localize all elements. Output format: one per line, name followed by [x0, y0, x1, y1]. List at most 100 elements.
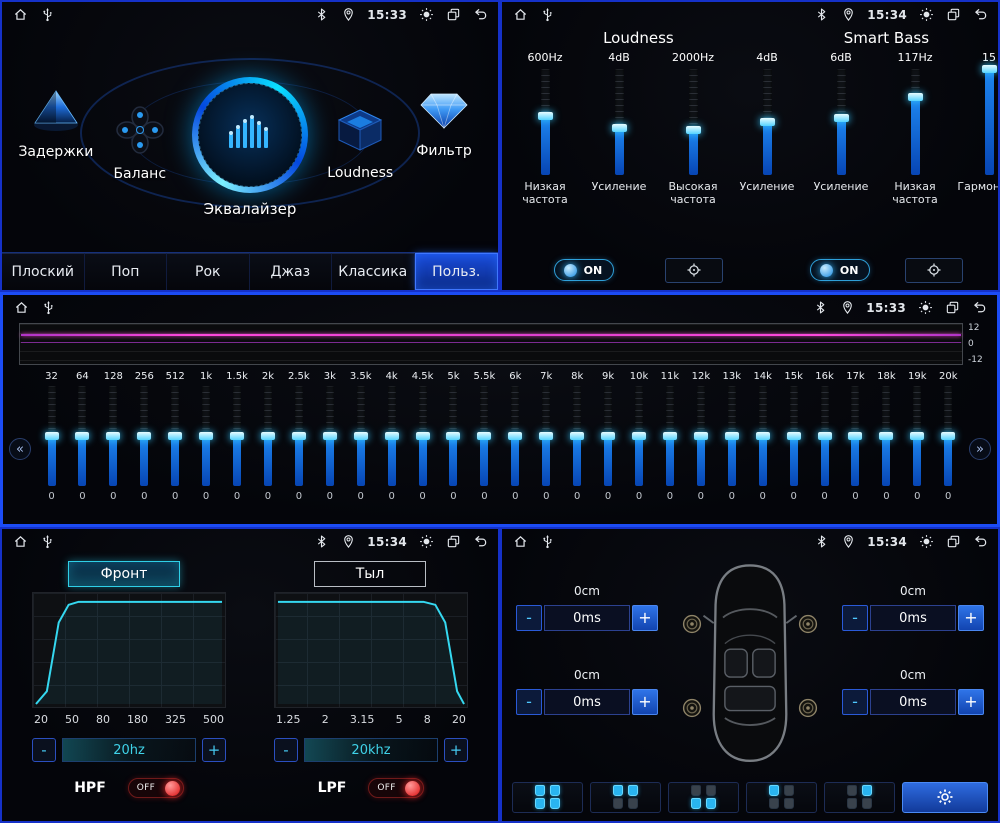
slider-handle[interactable]	[756, 432, 770, 440]
eq-band-slider[interactable]	[480, 386, 488, 486]
eq-band-slider[interactable]	[759, 386, 767, 486]
eq-prev-button[interactable]: «	[9, 438, 31, 460]
loudness-reset-button[interactable]	[665, 258, 723, 283]
delay-plus-button[interactable]: +	[632, 689, 658, 715]
eq-band-slider[interactable]	[419, 386, 427, 486]
slider-handle[interactable]	[137, 432, 151, 440]
slider-handle[interactable]	[612, 124, 627, 132]
lpf-toggle[interactable]: OFF	[368, 778, 424, 798]
slider-handle[interactable]	[818, 432, 832, 440]
home-icon[interactable]	[13, 300, 29, 316]
eq-band-slider[interactable]	[140, 386, 148, 486]
eq-band-slider[interactable]	[913, 386, 921, 486]
recents-icon[interactable]	[945, 534, 961, 550]
smart-bass-on-toggle[interactable]: ON	[810, 259, 870, 281]
menu-item-filter[interactable]: Фильтр	[402, 88, 486, 159]
tab-rear[interactable]: Тыл	[314, 561, 426, 587]
delay-minus-button[interactable]: -	[842, 689, 868, 715]
seat-config-button[interactable]	[590, 782, 661, 813]
delay-minus-button[interactable]: -	[842, 605, 868, 631]
slider-handle[interactable]	[446, 432, 460, 440]
vertical-slider[interactable]	[763, 69, 772, 175]
eq-band-slider[interactable]	[326, 386, 334, 486]
eq-band-slider[interactable]	[388, 386, 396, 486]
slider-handle[interactable]	[168, 432, 182, 440]
seat-config-button[interactable]	[668, 782, 739, 813]
loudness-on-toggle[interactable]: ON	[554, 259, 614, 281]
slider-handle[interactable]	[508, 432, 522, 440]
vertical-slider[interactable]	[837, 69, 846, 175]
hpf-minus-button[interactable]: -	[32, 738, 56, 762]
slider-handle[interactable]	[385, 432, 399, 440]
slider-handle[interactable]	[910, 432, 924, 440]
hpf-frequency-slider[interactable]: 20hz	[62, 738, 196, 762]
eq-band-slider[interactable]	[511, 386, 519, 486]
lpf-frequency-slider[interactable]: 20khz	[304, 738, 438, 762]
slider-handle[interactable]	[230, 432, 244, 440]
eq-band-slider[interactable]	[882, 386, 890, 486]
eq-band-slider[interactable]	[449, 386, 457, 486]
eq-band-slider[interactable]	[78, 386, 86, 486]
eq-band-slider[interactable]	[573, 386, 581, 486]
delay-plus-button[interactable]: +	[958, 689, 984, 715]
slider-handle[interactable]	[601, 432, 615, 440]
recents-icon[interactable]	[945, 7, 961, 23]
delay-settings-button[interactable]	[902, 782, 988, 813]
eq-band-slider[interactable]	[821, 386, 829, 486]
brightness-icon[interactable]	[418, 534, 434, 550]
seat-config-button[interactable]	[746, 782, 817, 813]
eq-band-slider[interactable]	[233, 386, 241, 486]
slider-handle[interactable]	[538, 112, 553, 120]
vertical-slider[interactable]	[689, 69, 698, 175]
preset-tab[interactable]: Плоский	[2, 253, 85, 290]
hpf-plus-button[interactable]: +	[202, 738, 226, 762]
slider-handle[interactable]	[848, 432, 862, 440]
recents-icon[interactable]	[445, 7, 461, 23]
eq-band-slider[interactable]	[202, 386, 210, 486]
brightness-icon[interactable]	[917, 300, 933, 316]
seat-config-button[interactable]	[512, 782, 583, 813]
slider-handle[interactable]	[632, 432, 646, 440]
slider-handle[interactable]	[323, 432, 337, 440]
preset-tab[interactable]: Классика	[332, 253, 415, 290]
eq-band-slider[interactable]	[357, 386, 365, 486]
eq-band-slider[interactable]	[790, 386, 798, 486]
slider-handle[interactable]	[477, 432, 491, 440]
lpf-minus-button[interactable]: -	[274, 738, 298, 762]
eq-band-slider[interactable]	[295, 386, 303, 486]
hpf-toggle[interactable]: OFF	[128, 778, 184, 798]
eq-next-button[interactable]: »	[969, 438, 991, 460]
slider-handle[interactable]	[292, 432, 306, 440]
slider-handle[interactable]	[261, 432, 275, 440]
recents-icon[interactable]	[944, 300, 960, 316]
delay-minus-button[interactable]: -	[516, 605, 542, 631]
slider-handle[interactable]	[45, 432, 59, 440]
slider-handle[interactable]	[663, 432, 677, 440]
back-icon[interactable]	[972, 7, 988, 23]
slider-handle[interactable]	[354, 432, 368, 440]
back-icon[interactable]	[971, 300, 987, 316]
slider-handle[interactable]	[199, 432, 213, 440]
home-icon[interactable]	[12, 534, 28, 550]
lpf-plus-button[interactable]: +	[444, 738, 468, 762]
vertical-slider[interactable]	[985, 69, 994, 175]
slider-handle[interactable]	[787, 432, 801, 440]
back-icon[interactable]	[472, 534, 488, 550]
slider-handle[interactable]	[416, 432, 430, 440]
back-icon[interactable]	[472, 7, 488, 23]
slider-handle[interactable]	[539, 432, 553, 440]
seat-config-button[interactable]	[824, 782, 895, 813]
delay-plus-button[interactable]: +	[958, 605, 984, 631]
slider-handle[interactable]	[75, 432, 89, 440]
back-icon[interactable]	[972, 534, 988, 550]
menu-item-equalizer[interactable]: Эквалайзер	[182, 77, 319, 218]
menu-item-loudness[interactable]: Loudness	[318, 106, 402, 181]
eq-band-slider[interactable]	[728, 386, 736, 486]
slider-handle[interactable]	[982, 65, 997, 73]
eq-band-slider[interactable]	[697, 386, 705, 486]
slider-handle[interactable]	[908, 93, 923, 101]
vertical-slider[interactable]	[911, 69, 920, 175]
slider-handle[interactable]	[941, 432, 955, 440]
slider-handle[interactable]	[760, 118, 775, 126]
vertical-slider[interactable]	[615, 69, 624, 175]
